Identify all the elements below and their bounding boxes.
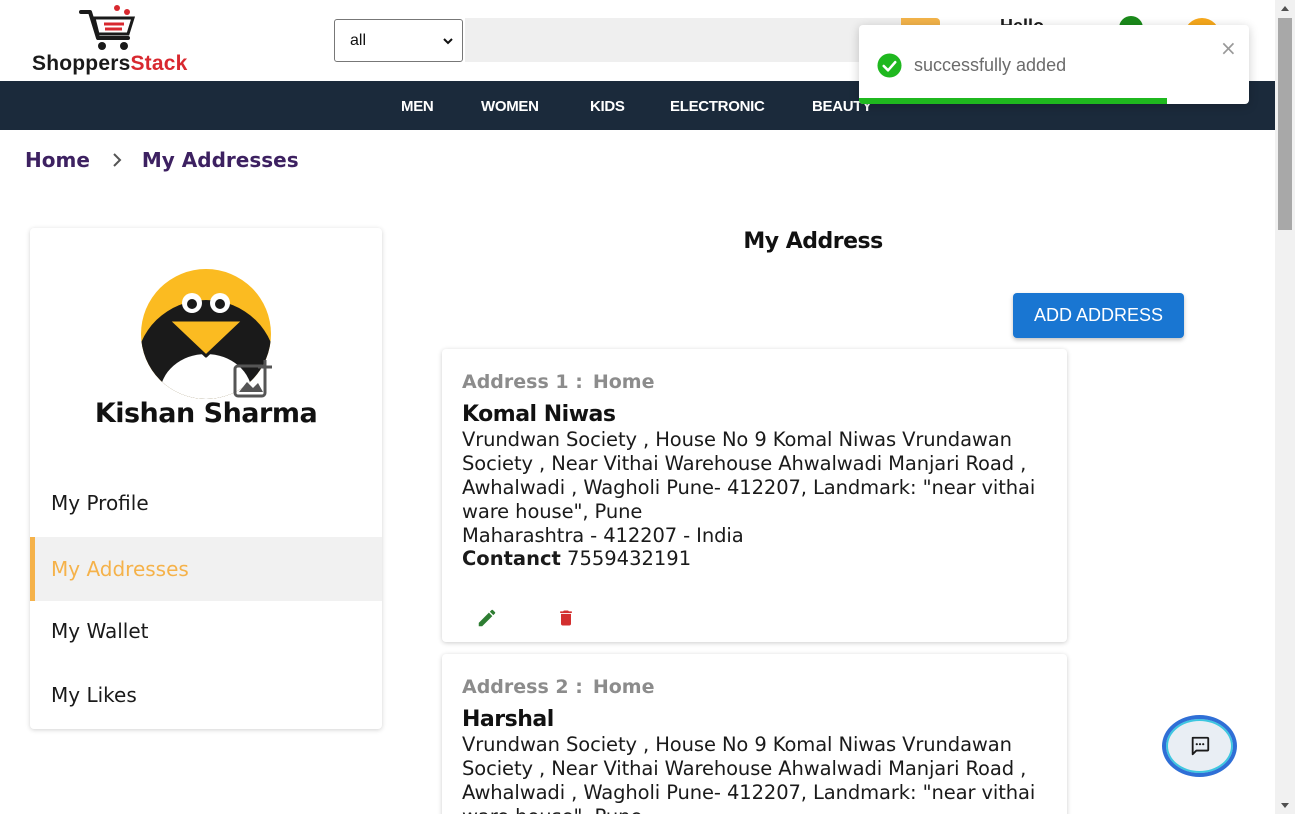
chevron-down-icon <box>443 37 453 44</box>
breadcrumb-home[interactable]: Home <box>25 148 90 172</box>
address-text: Vrundwan Society , House No 9 Komal Niwa… <box>462 733 1052 814</box>
search-input[interactable] <box>465 18 901 62</box>
toast-progress-bar <box>859 98 1168 104</box>
scroll-down-icon[interactable] <box>1275 797 1295 814</box>
profile-sidebar: Kishan Sharma My Profile My Addresses My… <box>30 228 382 729</box>
address-lines: Vrundwan Society , House No 9 Komal Niwa… <box>462 428 1036 523</box>
address-name: Harshal <box>462 707 554 732</box>
address-lines: Vrundwan Society , House No 9 Komal Niwa… <box>462 733 1036 814</box>
close-icon[interactable]: × <box>1220 36 1237 60</box>
address-state-line: Maharashtra - 412207 - India <box>462 524 744 547</box>
address-heading: Address 1 : Home <box>462 371 654 393</box>
page-title: My Address <box>743 229 883 254</box>
chat-icon <box>1191 736 1209 756</box>
sidebar-item-my-addresses[interactable]: My Addresses <box>30 537 382 601</box>
address-type: Home <box>592 676 655 698</box>
chevron-right-icon <box>113 153 122 167</box>
cart-logo-icon <box>79 5 136 50</box>
add-address-button[interactable]: ADD ADDRESS <box>1013 293 1184 338</box>
address-card: Address 2 : Home Harshal Vrundwan Society… <box>442 654 1067 814</box>
edit-icon[interactable] <box>476 607 498 629</box>
chat-button[interactable] <box>1162 715 1237 777</box>
address-label: Address 1 : <box>462 371 583 393</box>
address-label: Address 2 : <box>462 676 583 698</box>
page-scrollbar[interactable] <box>1275 0 1295 814</box>
delete-icon[interactable] <box>556 607 576 629</box>
category-select[interactable]: all <box>334 19 463 62</box>
address-text: Vrundwan Society , House No 9 Komal Niwa… <box>462 428 1052 548</box>
sidebar-item-my-likes[interactable]: My Likes <box>30 663 382 727</box>
scroll-up-icon[interactable] <box>1275 0 1295 17</box>
brand-logo[interactable]: ShoppersStack <box>30 4 210 76</box>
user-name: Kishan Sharma <box>94 398 318 429</box>
nav-item-women[interactable]: WOMEN <box>481 98 539 115</box>
breadcrumb: Home My Addresses <box>25 148 299 172</box>
success-toast: successfully added × <box>859 25 1249 104</box>
address-heading: Address 2 : Home <box>462 676 654 698</box>
nav-item-kids[interactable]: KIDS <box>590 98 625 115</box>
nav-item-men[interactable]: MEN <box>401 98 434 115</box>
address-name: Komal Niwas <box>462 402 616 427</box>
sidebar-item-my-profile[interactable]: My Profile <box>30 471 382 535</box>
sidebar-item-my-wallet[interactable]: My Wallet <box>30 599 382 663</box>
check-circle-icon <box>877 53 902 78</box>
contact-label: Contanct <box>462 547 561 570</box>
address-contact: Contanct 7559432191 <box>462 547 691 570</box>
add-photo-icon[interactable] <box>233 358 273 398</box>
breadcrumb-current: My Addresses <box>141 148 299 172</box>
address-type: Home <box>592 371 655 393</box>
nav-item-electronic[interactable]: ELECTRONIC <box>670 98 765 115</box>
brand-name: ShoppersStack <box>32 52 188 75</box>
category-select-value: all <box>350 31 367 49</box>
toast-message: successfully added <box>914 55 1067 75</box>
address-card: Address 1 : Home Komal Niwas Vrundwan Soc… <box>442 349 1067 642</box>
scroll-thumb[interactable] <box>1278 18 1292 230</box>
contact-number: 7559432191 <box>567 547 692 570</box>
